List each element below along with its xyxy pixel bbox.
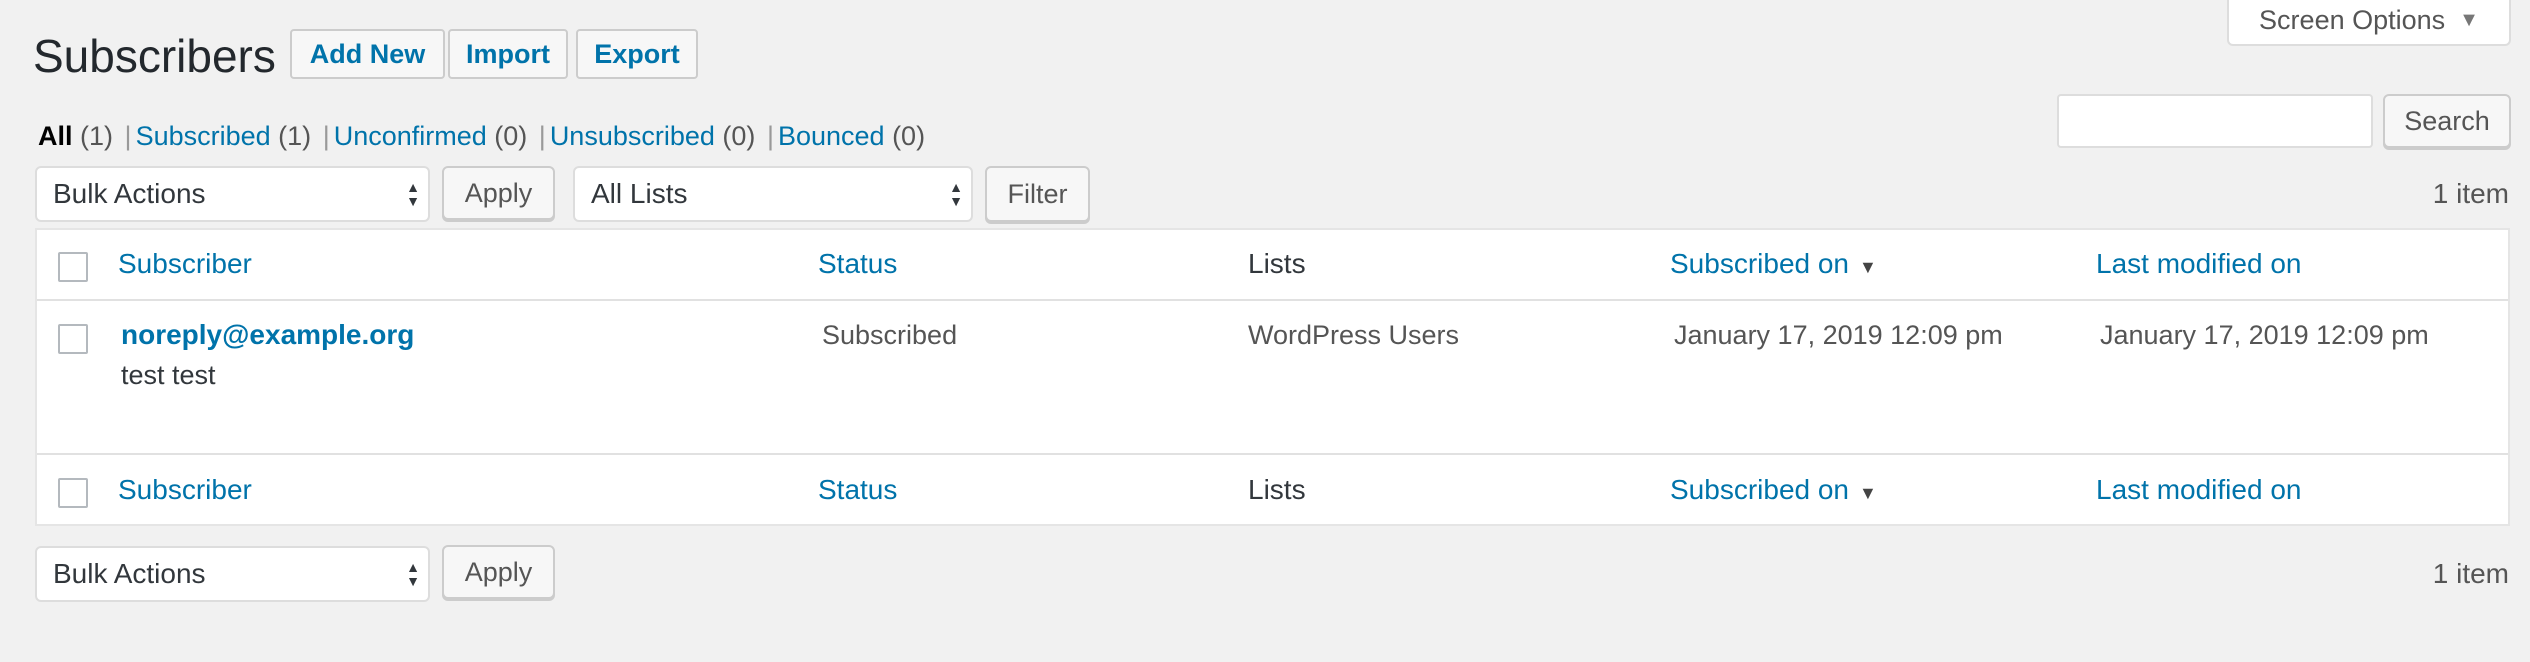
column-subscribed-on-wrap[interactable]: Subscribed on ▼ — [1670, 248, 1877, 280]
view-unconfirmed[interactable]: Unconfirmed — [334, 121, 487, 151]
view-subscribed[interactable]: Subscribed — [136, 121, 271, 151]
view-unsubscribed[interactable]: Unsubscribed — [550, 121, 715, 151]
select-arrows-icon: ▲ ▼ — [949, 179, 963, 209]
header-divider — [37, 299, 2508, 301]
view-unsubscribed-count: (0) — [722, 121, 756, 151]
footer-column-lists: Lists — [1248, 474, 1306, 505]
export-button[interactable]: Export — [576, 29, 698, 79]
import-button[interactable]: Import — [448, 29, 568, 79]
column-last-modified-on[interactable]: Last modified on — [2096, 248, 2301, 280]
subscriber-status-views: All (1) | Subscribed (1) | Unconfirmed (0)… — [38, 116, 925, 156]
last-modified-on-value: January 17, 2019 12:09 pm — [2100, 320, 2429, 350]
filter-button[interactable]: Filter — [985, 166, 1090, 222]
search-input[interactable] — [2057, 94, 2373, 148]
subscriber-name: test test — [121, 360, 216, 390]
bulk-actions-select-top[interactable]: Bulk Actions ▲ ▼ — [35, 166, 430, 222]
view-bounced[interactable]: Bounced — [778, 121, 885, 151]
column-subscribed-on[interactable]: Subscribed on — [1670, 248, 1849, 279]
separator: | — [538, 121, 546, 151]
page-title: Subscribers — [33, 30, 276, 82]
footer-divider — [37, 453, 2508, 455]
screen-options-label: Screen Options — [2259, 4, 2446, 35]
sort-desc-icon: ▼ — [1859, 257, 1877, 277]
bulk-actions-value-bottom: Bulk Actions — [53, 558, 206, 589]
footer-column-last-modified-on[interactable]: Last modified on — [2096, 474, 2301, 506]
view-all[interactable]: All — [38, 121, 73, 151]
screen-options-toggle[interactable]: Screen Options ▼ — [2227, 0, 2511, 46]
search-button[interactable]: Search — [2383, 94, 2511, 148]
separator: | — [322, 121, 330, 151]
sort-desc-icon: ▼ — [1859, 483, 1877, 503]
view-all-count: (1) — [80, 121, 114, 151]
column-subscriber[interactable]: Subscriber — [118, 248, 252, 280]
column-lists: Lists — [1248, 248, 1306, 279]
bulk-actions-value: Bulk Actions — [53, 178, 206, 209]
select-arrows-icon: ▲ ▼ — [406, 559, 420, 589]
view-unconfirmed-count: (0) — [494, 121, 528, 151]
footer-column-status[interactable]: Status — [818, 474, 897, 506]
column-status[interactable]: Status — [818, 248, 897, 280]
select-all-checkbox-bottom[interactable] — [58, 478, 88, 508]
caret-down-icon: ▼ — [2459, 8, 2479, 31]
add-new-button[interactable]: Add New — [290, 29, 445, 79]
bulk-actions-select-bottom[interactable]: Bulk Actions ▲ ▼ — [35, 546, 430, 602]
select-arrows-icon: ▲ ▼ — [406, 179, 420, 209]
select-all-checkbox-top[interactable] — [58, 252, 88, 282]
apply-button-top[interactable]: Apply — [442, 166, 555, 220]
view-subscribed-count: (1) — [278, 121, 312, 151]
subscriber-lists: WordPress Users — [1248, 320, 1460, 350]
lists-filter-select[interactable]: All Lists ▲ ▼ — [573, 166, 973, 222]
separator: | — [766, 121, 774, 151]
items-count-bottom: 1 item — [2432, 558, 2509, 589]
lists-filter-value: All Lists — [591, 178, 688, 209]
row-checkbox[interactable] — [58, 324, 88, 354]
separator: | — [124, 121, 132, 151]
subscriber-status: Subscribed — [822, 320, 958, 350]
footer-column-subscribed-on-wrap[interactable]: Subscribed on ▼ — [1670, 474, 1877, 506]
footer-column-subscriber[interactable]: Subscriber — [118, 474, 252, 506]
view-bounced-count: (0) — [892, 121, 926, 151]
apply-button-bottom[interactable]: Apply — [442, 545, 555, 599]
footer-column-subscribed-on[interactable]: Subscribed on — [1670, 474, 1849, 505]
items-count-top: 1 item — [2432, 178, 2509, 209]
subscribed-on-value: January 17, 2019 12:09 pm — [1674, 320, 2003, 350]
subscriber-email-link[interactable]: noreply@example.org — [121, 319, 414, 351]
